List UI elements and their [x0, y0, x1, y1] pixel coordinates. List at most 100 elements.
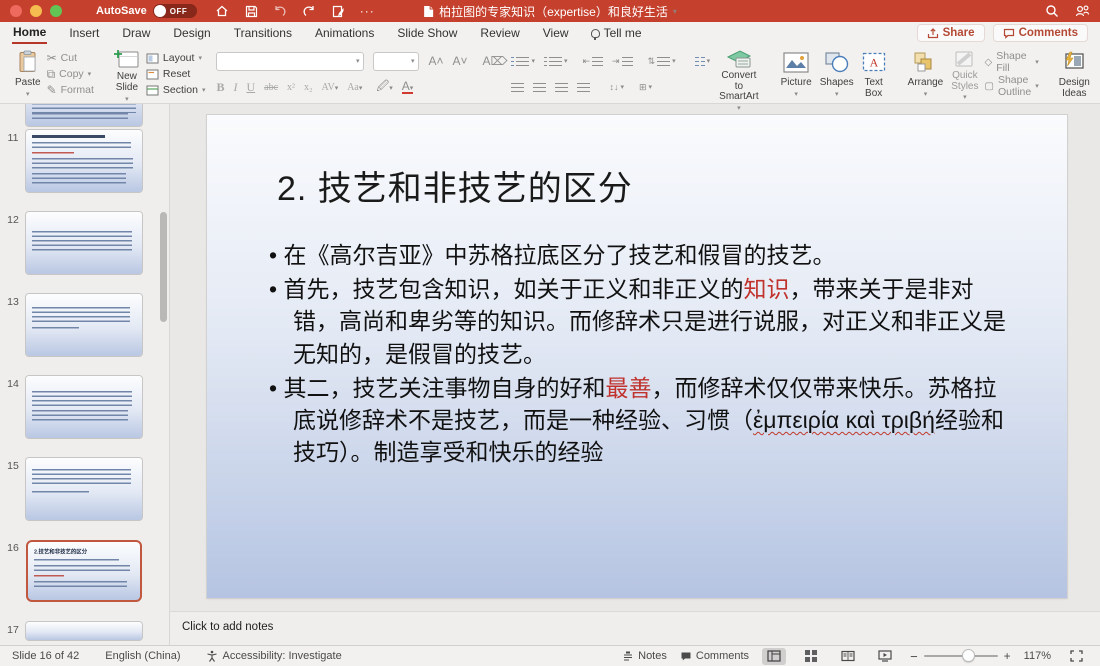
change-case-button[interactable]: Aa▾ — [347, 82, 362, 93]
align-right-icon[interactable] — [555, 83, 568, 92]
justify-icon[interactable] — [577, 83, 590, 92]
highlight-color-icon[interactable]: 🖉▾ — [376, 77, 392, 98]
new-slide-button[interactable]: New Slide ▾ — [110, 47, 144, 101]
text-box-button[interactable]: A TextBox — [858, 47, 890, 101]
slide-sorter-view-button[interactable] — [799, 648, 823, 665]
character-spacing-button[interactable]: AV▾ — [322, 82, 339, 93]
format-painter-button[interactable]: ✎Format — [47, 82, 94, 98]
thumbnail-slide-10-partial[interactable] — [0, 104, 170, 126]
align-center-icon[interactable] — [533, 83, 546, 92]
notes-toggle-button[interactable]: Notes — [622, 650, 667, 662]
picture-button[interactable]: Picture ▾ — [777, 47, 816, 101]
shapes-button[interactable]: Shapes ▾ — [816, 47, 858, 101]
slide-title[interactable]: 2. 技艺和非技艺的区分 — [277, 161, 633, 210]
thumbnail-slide-11[interactable]: 11 — [0, 130, 170, 192]
strikethrough-button[interactable]: abc — [264, 82, 278, 93]
close-window-button[interactable] — [10, 5, 22, 17]
notes-placeholder[interactable]: Click to add notes — [182, 621, 273, 633]
thumbnail-slide-17-partial[interactable]: 17 — [0, 622, 170, 640]
tab-animations[interactable]: Animations — [314, 23, 375, 43]
language-indicator[interactable]: English (China) — [105, 650, 180, 662]
increase-indent-icon[interactable]: ⇥ — [612, 56, 633, 67]
share-button[interactable]: Share — [917, 24, 985, 42]
line-spacing-button[interactable]: ⇅▾ — [648, 56, 676, 67]
section-button[interactable]: Section ▾ — [146, 82, 206, 98]
tab-home[interactable]: Home — [12, 22, 47, 44]
slide-bullet-1[interactable]: 在《高尔吉亚》中苏格拉底区分了技艺和假冒的技艺。 — [269, 239, 1017, 271]
zoom-level[interactable]: 117% — [1024, 650, 1051, 662]
copy-button[interactable]: ⧉Copy ▾ — [47, 66, 94, 82]
home-icon[interactable] — [215, 4, 230, 19]
tab-insert[interactable]: Insert — [68, 23, 100, 43]
bullets-button[interactable]: ▾ — [511, 57, 535, 66]
thumbnail-slide-14[interactable]: 14 — [0, 376, 170, 438]
tab-slideshow[interactable]: Slide Show — [396, 23, 458, 43]
slide-bullet-3[interactable]: 其二，技艺关注事物自身的好和最善，而修辞术仅仅带来快乐。苏格拉底说修辞术不是技艺… — [269, 372, 1017, 469]
font-color-icon[interactable]: A▾ — [402, 80, 414, 94]
fit-to-window-icon[interactable] — [1064, 648, 1088, 665]
normal-view-button[interactable] — [762, 648, 786, 665]
tab-design[interactable]: Design — [172, 23, 211, 43]
cut-button[interactable]: ✂Cut — [47, 50, 94, 66]
comments-button[interactable]: Comments — [993, 24, 1088, 42]
align-text-button[interactable]: ⊞▾ — [639, 82, 652, 93]
layout-button[interactable]: Layout ▾ — [146, 50, 206, 66]
paste-button[interactable]: Paste ▾ — [11, 47, 45, 101]
thumbnail-slide-13[interactable]: 13 — [0, 294, 170, 356]
minimize-window-button[interactable] — [30, 5, 42, 17]
increase-font-icon[interactable]: A˄ — [428, 54, 443, 68]
reset-button[interactable]: Reset — [146, 66, 206, 82]
notes-pane[interactable]: Click to add notes — [170, 611, 1100, 645]
shape-outline-button[interactable]: ▢Shape Outline ▾ — [984, 78, 1038, 94]
tab-transitions[interactable]: Transitions — [233, 23, 293, 43]
redo-icon[interactable] — [302, 4, 317, 19]
zoom-slider[interactable]: − + — [910, 649, 1011, 664]
document-title-area[interactable]: 柏拉图的专家知识（expertise）和良好生活 ▾ — [423, 0, 677, 22]
font-size-combo[interactable]: ▾ — [373, 52, 419, 71]
format-painter-icon[interactable] — [331, 4, 346, 19]
thumbnail-slide-16[interactable]: 16 2.技艺和非技艺的区分 — [0, 540, 170, 602]
accessibility-status[interactable]: Accessibility: Investigate — [206, 650, 341, 662]
tab-draw[interactable]: Draw — [121, 23, 151, 43]
subscript-button[interactable]: x₂ — [304, 82, 313, 93]
slide-canvas[interactable]: 2. 技艺和非技艺的区分 在《高尔吉亚》中苏格拉底区分了技艺和假冒的技艺。 首先… — [207, 115, 1067, 598]
autosave-toggle[interactable]: OFF — [153, 4, 197, 18]
columns-button[interactable]: ▾ — [695, 57, 711, 66]
quick-styles-button[interactable]: QuickStyles ▾ — [947, 47, 982, 101]
thumbnail-slide-15[interactable]: 15 — [0, 458, 170, 520]
save-icon[interactable] — [244, 4, 259, 19]
presence-icon[interactable] — [1075, 4, 1090, 19]
convert-to-smartart-button[interactable]: Convert toSmartArt ▾ — [715, 47, 762, 101]
italic-button[interactable]: I — [233, 80, 237, 95]
align-left-icon[interactable] — [511, 83, 524, 92]
slide-body-text[interactable]: 在《高尔吉亚》中苏格拉底区分了技艺和假冒的技艺。 首先，技艺包含知识，如关于正义… — [269, 239, 1017, 470]
zoom-in-icon[interactable]: + — [1004, 649, 1011, 663]
zoom-window-button[interactable] — [50, 5, 62, 17]
bold-button[interactable]: B — [216, 80, 224, 95]
slide-bullet-2[interactable]: 首先，技艺包含知识，如关于正义和非正义的知识，带来关于是非对错，高尚和卑劣等的知… — [269, 273, 1017, 370]
thumbnail-scrollbar[interactable] — [160, 212, 167, 322]
zoom-slider-track[interactable] — [924, 655, 998, 657]
underline-button[interactable]: U — [246, 80, 255, 95]
undo-icon[interactable] — [273, 4, 288, 19]
arrange-button[interactable]: Arrange ▾ — [904, 47, 948, 101]
decrease-font-icon[interactable]: A˅ — [452, 54, 467, 68]
reading-view-button[interactable] — [836, 648, 860, 665]
clear-formatting-icon[interactable]: A⌦ — [482, 54, 507, 68]
tab-review[interactable]: Review — [479, 23, 520, 43]
slide-number-indicator[interactable]: Slide 16 of 42 — [12, 650, 79, 662]
search-icon[interactable] — [1044, 4, 1059, 19]
slideshow-view-button[interactable] — [873, 648, 897, 665]
comments-toggle-button[interactable]: Comments — [680, 650, 749, 662]
numbering-button[interactable]: ▾ — [544, 57, 568, 66]
text-direction-button[interactable]: ↕↓▾ — [609, 82, 624, 92]
zoom-slider-thumb[interactable] — [962, 649, 975, 662]
superscript-button[interactable]: x² — [287, 82, 295, 93]
thumbnail-slide-12[interactable]: 12 — [0, 212, 170, 274]
shape-fill-button[interactable]: ◇Shape Fill ▾ — [984, 54, 1038, 70]
font-name-combo[interactable]: ▾ — [216, 52, 364, 71]
tell-me-control[interactable]: Tell me — [591, 26, 642, 40]
decrease-indent-icon[interactable]: ⇤ — [583, 56, 604, 67]
more-commands-icon[interactable]: ··· — [360, 4, 375, 18]
tab-view[interactable]: View — [542, 23, 570, 43]
